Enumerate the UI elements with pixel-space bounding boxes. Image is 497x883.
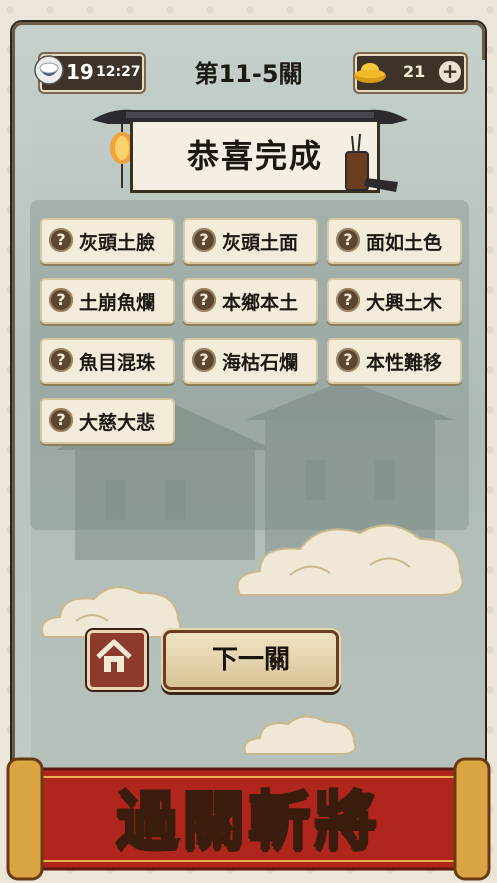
idiom-card[interactable]: ? 魚目混珠 [40, 338, 175, 384]
idiom-card[interactable]: ? 土崩魚爛 [40, 278, 175, 324]
hint-question-icon: ? [49, 408, 73, 432]
idiom-text: 土崩魚爛 [79, 292, 156, 314]
idiom-text: 大興土木 [366, 292, 443, 314]
hint-question-icon: ? [192, 288, 216, 312]
coin-count: 21 [403, 62, 426, 81]
idiom-text: 海枯石爛 [222, 352, 299, 374]
hint-question-icon: ? [192, 348, 216, 372]
idiom-text: 本性難移 [366, 352, 443, 374]
idiom-text: 魚目混珠 [79, 352, 156, 374]
idiom-text: 灰頭土臉 [79, 232, 156, 254]
idiom-card[interactable]: ? 海枯石爛 [183, 338, 318, 384]
home-button[interactable] [87, 630, 147, 690]
gold-ingot-icon [354, 63, 386, 83]
idiom-text: 本鄉本土 [222, 292, 299, 314]
hint-question-icon: ? [49, 228, 73, 252]
cloud-decoration-bottom [243, 715, 357, 755]
banner-title: 過關斬將 [115, 783, 381, 859]
cloud-decoration-right [236, 524, 464, 596]
idiom-card[interactable]: ? 本鄉本土 [183, 278, 318, 324]
idiom-card[interactable]: ? 面如土色 [327, 218, 462, 264]
home-icon [96, 639, 132, 672]
idiom-text: 大慈大悲 [79, 412, 156, 434]
coins-pill: 21 + [353, 52, 468, 94]
hint-question-icon: ? [49, 348, 73, 372]
hint-question-icon: ? [336, 288, 360, 312]
hint-question-icon: ? [192, 228, 216, 252]
idiom-text: 灰頭土面 [222, 232, 299, 254]
idiom-card[interactable]: ? 大慈大悲 [40, 398, 175, 444]
brush-holder-icon [345, 133, 398, 192]
idiom-card[interactable]: ? 灰頭土面 [183, 218, 318, 264]
idiom-card[interactable]: ? 大興土木 [327, 278, 462, 324]
hint-question-icon: ? [336, 348, 360, 372]
hint-question-icon: ? [49, 288, 73, 312]
idiom-card[interactable]: ? 本性難移 [327, 338, 462, 384]
add-coins-button[interactable]: + [438, 60, 462, 84]
hint-question-icon: ? [336, 228, 360, 252]
idiom-card[interactable]: ? 灰頭土臉 [40, 218, 175, 264]
idiom-text: 面如土色 [366, 232, 443, 254]
next-level-button[interactable]: 下一關 [163, 630, 339, 690]
